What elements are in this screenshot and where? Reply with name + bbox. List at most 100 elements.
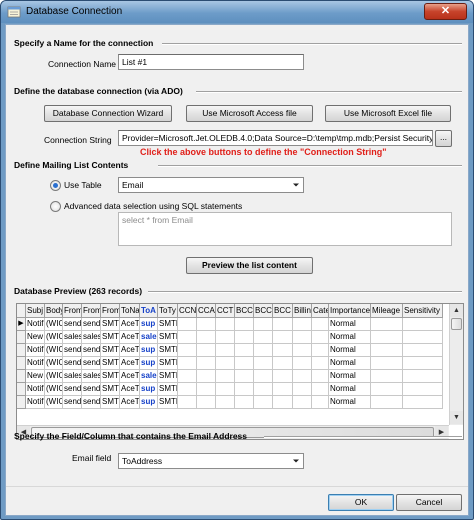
grid-row-header[interactable] <box>17 396 26 409</box>
ok-button[interactable]: OK <box>328 494 394 511</box>
grid-cell[interactable]: (WIC <box>45 370 63 383</box>
grid-cell[interactable]: Normal <box>329 396 371 409</box>
grid-cell[interactable] <box>293 318 312 331</box>
grid-cell[interactable] <box>273 344 293 357</box>
grid-cell[interactable] <box>235 396 254 409</box>
grid-cell[interactable] <box>371 370 403 383</box>
grid-cell[interactable] <box>371 383 403 396</box>
grid-cell[interactable] <box>178 318 197 331</box>
grid-cell[interactable] <box>312 396 329 409</box>
grid-column-header[interactable]: Subj <box>26 304 45 318</box>
grid-cell[interactable] <box>312 331 329 344</box>
grid-cell[interactable]: Normal <box>329 344 371 357</box>
grid-column-header[interactable]: CCA <box>197 304 216 318</box>
grid-cell[interactable]: sale <box>140 370 158 383</box>
grid-cell[interactable]: SMTF <box>101 370 120 383</box>
grid-cell[interactable]: SMTF <box>158 383 178 396</box>
grid-cell[interactable] <box>254 357 273 370</box>
preview-list-button[interactable]: Preview the list content <box>186 257 313 274</box>
grid-cell[interactable]: AceT <box>120 383 140 396</box>
grid-cell[interactable] <box>235 344 254 357</box>
grid-cell[interactable] <box>273 370 293 383</box>
grid-cell[interactable]: Notif <box>26 396 45 409</box>
grid-cell[interactable] <box>235 318 254 331</box>
grid-cell[interactable] <box>178 331 197 344</box>
grid-row-header[interactable] <box>17 331 26 344</box>
table-select[interactable]: Email <box>118 177 304 193</box>
grid-cell[interactable]: New <box>26 331 45 344</box>
use-access-file-button[interactable]: Use Microsoft Access file <box>186 105 313 122</box>
grid-cell[interactable]: sup <box>140 318 158 331</box>
advanced-sql-label[interactable]: Advanced data selection using SQL statem… <box>64 201 242 211</box>
grid-column-header[interactable]: Billing <box>293 304 312 318</box>
grid-cell[interactable] <box>178 383 197 396</box>
grid-cell[interactable] <box>371 344 403 357</box>
grid-cell[interactable]: Notif <box>26 318 45 331</box>
use-table-radio[interactable] <box>50 180 61 191</box>
grid-cell[interactable] <box>312 344 329 357</box>
grid-cell[interactable] <box>273 331 293 344</box>
grid-cell[interactable]: AceT <box>120 331 140 344</box>
grid-cell[interactable] <box>178 396 197 409</box>
grid-cell[interactable] <box>312 357 329 370</box>
grid-cell[interactable]: send <box>82 344 101 357</box>
grid-cell[interactable]: send <box>63 396 82 409</box>
grid-cell[interactable] <box>197 331 216 344</box>
grid-cell[interactable]: (WIC <box>45 383 63 396</box>
grid-cell[interactable] <box>216 357 235 370</box>
grid-cell[interactable] <box>403 396 443 409</box>
grid-cell[interactable]: (WIC <box>45 357 63 370</box>
grid-cell[interactable]: (WIC <box>45 318 63 331</box>
advanced-sql-radio[interactable] <box>50 201 61 212</box>
grid-cell[interactable]: send <box>82 396 101 409</box>
grid-cell[interactable]: Notif <box>26 344 45 357</box>
grid-row-header[interactable] <box>17 357 26 370</box>
use-table-label[interactable]: Use Table <box>64 180 102 190</box>
grid-cell[interactable] <box>273 396 293 409</box>
grid-cell[interactable] <box>403 344 443 357</box>
grid-cell[interactable]: (WIC <box>45 344 63 357</box>
grid-cell[interactable] <box>197 396 216 409</box>
grid-column-header[interactable]: From <box>82 304 101 318</box>
grid-cell[interactable]: Normal <box>329 370 371 383</box>
grid-column-header[interactable]: CCNa <box>178 304 197 318</box>
grid-cell[interactable] <box>403 383 443 396</box>
grid-cell[interactable] <box>371 357 403 370</box>
grid-cell[interactable]: SMTF <box>101 344 120 357</box>
grid-cell[interactable] <box>197 344 216 357</box>
grid-column-header[interactable]: CCT <box>216 304 235 318</box>
scroll-up-icon[interactable]: ▲ <box>450 304 463 317</box>
grid-cell[interactable] <box>403 370 443 383</box>
grid-column-header[interactable]: Mileage <box>371 304 403 318</box>
connection-name-input[interactable]: List #1 <box>118 54 304 70</box>
grid-cell[interactable] <box>254 318 273 331</box>
grid-column-header[interactable]: Sensitivity <box>403 304 443 318</box>
grid-cell[interactable]: SMTF <box>158 357 178 370</box>
grid-cell[interactable] <box>197 383 216 396</box>
grid-cell[interactable]: Normal <box>329 383 371 396</box>
grid-column-header[interactable]: From <box>63 304 82 318</box>
grid-cell[interactable]: SMTF <box>101 357 120 370</box>
grid-cell[interactable]: New <box>26 370 45 383</box>
grid-cell[interactable]: send <box>82 318 101 331</box>
grid-column-header[interactable]: BCC <box>254 304 273 318</box>
grid-cell[interactable] <box>216 331 235 344</box>
vertical-scrollbar[interactable]: ▲ ▼ <box>449 304 463 425</box>
grid-cell[interactable] <box>293 370 312 383</box>
vertical-scroll-thumb[interactable] <box>451 318 462 330</box>
grid-cell[interactable] <box>293 396 312 409</box>
browse-button[interactable]: ... <box>435 130 452 147</box>
grid-column-header[interactable]: BCC <box>273 304 293 318</box>
grid-cell[interactable] <box>197 357 216 370</box>
grid-cell[interactable] <box>371 396 403 409</box>
grid-cell[interactable] <box>293 357 312 370</box>
grid-cell[interactable]: Notif <box>26 357 45 370</box>
grid-cell[interactable]: sales <box>82 370 101 383</box>
grid-cell[interactable]: AceT <box>120 344 140 357</box>
grid-cell[interactable]: AceT <box>120 357 140 370</box>
grid-cell[interactable] <box>216 344 235 357</box>
close-button[interactable]: ✕ <box>424 3 467 20</box>
grid-cell[interactable] <box>216 370 235 383</box>
grid-column-header[interactable]: ToNa <box>120 304 140 318</box>
grid-cell[interactable] <box>178 357 197 370</box>
